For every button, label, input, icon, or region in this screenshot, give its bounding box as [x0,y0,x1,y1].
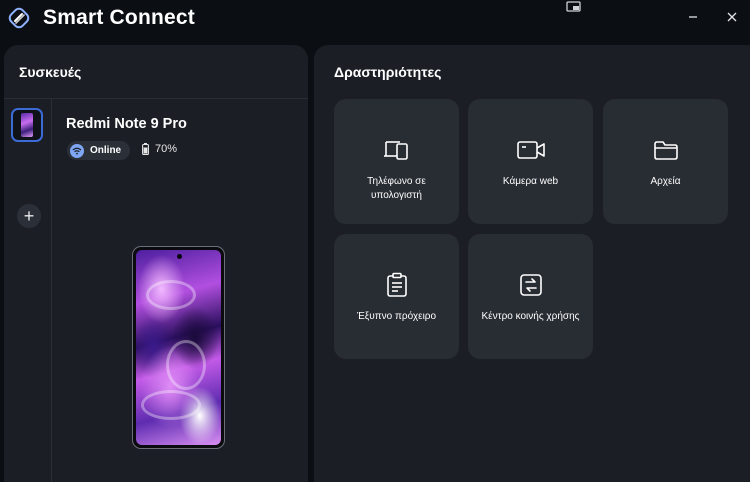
device-name: Redmi Note 9 Pro [66,116,187,132]
device-wallpaper [136,250,221,445]
title-bar: Smart Connect [0,0,750,40]
activities-panel-title: Δραστηριότητες [334,64,442,80]
folder-icon [653,141,678,160]
smart-connect-window: Smart Connect Συσκευές + Redmi Note 9 Pr… [0,0,750,482]
pip-icon [566,1,581,12]
plus-icon: + [23,206,35,226]
minimize-button[interactable] [681,5,705,29]
device-thumbnail-selected[interactable] [11,108,43,142]
close-icon [727,12,737,22]
devices-sidebar-divider [51,99,52,482]
app-title: Smart Connect [43,6,195,29]
devices-divider [4,98,308,99]
tile-label: Έξυπνο πρόχειρο [356,311,437,322]
webcam-icon [516,141,545,159]
wallpaper-swirl [146,280,196,310]
add-device-button[interactable]: + [17,204,41,228]
phone-to-pc-icon [383,141,408,160]
tile-label: Αρχεία [650,176,681,187]
wallpaper-swirl [141,390,201,420]
tile-label: Κάμερα web [502,176,559,187]
battery-status: 70% [142,143,177,155]
battery-level: 70% [155,143,178,155]
battery-icon [142,143,149,155]
wallpaper-swirl [166,340,206,390]
devices-panel-title: Συσκευές [19,64,82,80]
tile-label: Κέντρο κοινής χρήσης [481,311,580,322]
status-badge: Online [67,141,131,160]
share-center-icon [519,274,542,296]
tile-files[interactable]: Αρχεία [603,99,728,224]
minimize-icon [689,16,697,18]
clipboard-icon [386,272,407,297]
devices-panel: Συσκευές + Redmi Note 9 Pro Online 70% [4,45,308,482]
tile-share-center[interactable]: Κέντρο κοινής χρήσης [468,234,593,359]
status-text: Online [90,145,122,156]
picture-in-picture-button[interactable] [563,0,585,14]
wifi-icon [70,143,84,158]
activities-panel: Δραστηριότητες Τηλέφωνο σε υπολογιστή Κά… [314,45,750,482]
close-button[interactable] [720,5,744,29]
device-preview [132,246,225,449]
tile-webcam[interactable]: Κάμερα web [468,99,593,224]
tile-label: Τηλέφωνο σε υπολογιστή [367,176,426,201]
app-logo-icon [8,7,30,29]
tile-smart-clipboard[interactable]: Έξυπνο πρόχειρο [334,234,459,359]
device-thumbnail-image [21,113,33,137]
front-camera [176,254,182,259]
tile-phone-to-pc[interactable]: Τηλέφωνο σε υπολογιστή [334,99,459,224]
